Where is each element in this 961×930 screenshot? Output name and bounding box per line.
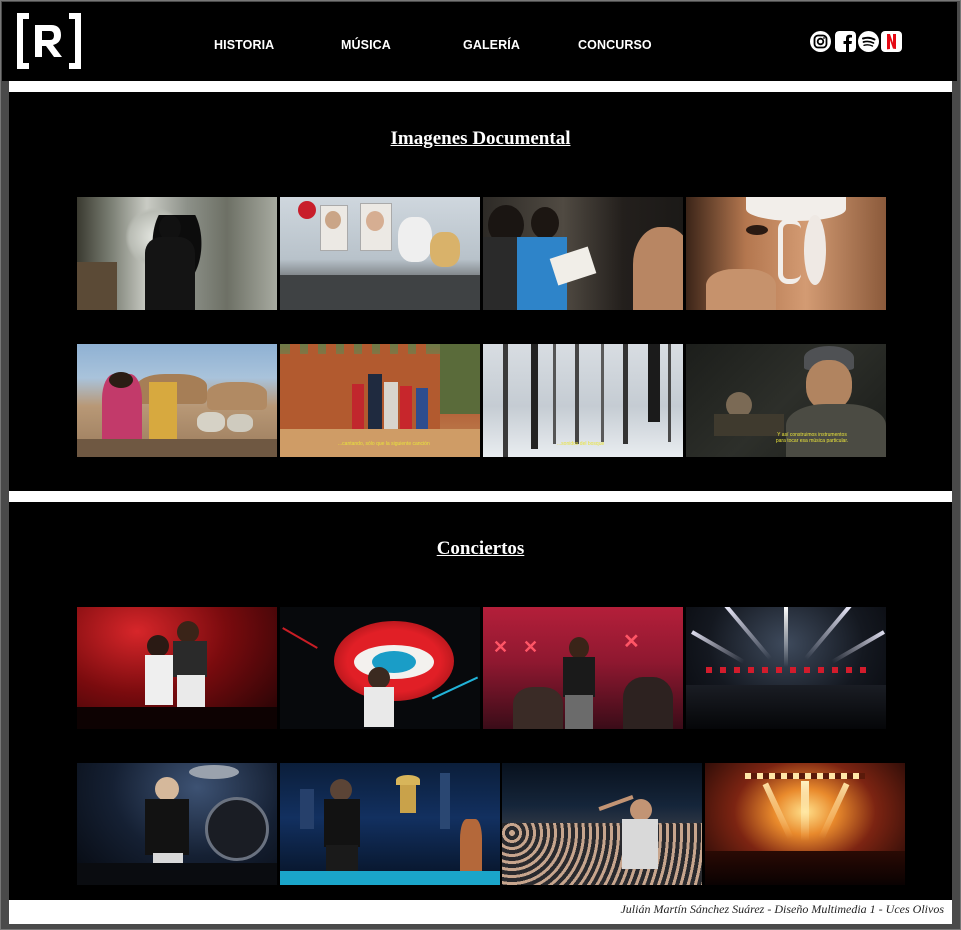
nav-galeria[interactable]: GALERÍA — [463, 38, 520, 52]
forest-subtitle: ...sonidos del bosque — [557, 441, 605, 447]
nav-musica[interactable]: MÚSICA — [341, 38, 391, 52]
conciertos-section: Conciertos ✕ ✕ ✕ — [9, 502, 952, 900]
nav-concurso[interactable]: CONCURSO — [578, 38, 652, 52]
footer-credit: Julián Martín Sánchez Suárez - Diseño Mu… — [620, 902, 944, 916]
spotify-icon[interactable] — [858, 31, 879, 52]
site-footer: Julián Martín Sánchez Suárez - Diseño Mu… — [9, 900, 952, 924]
divider-band — [9, 491, 952, 502]
site-logo[interactable] — [14, 10, 84, 72]
nav-historia[interactable]: HISTORIA — [214, 38, 274, 52]
photo-snowy-forest[interactable]: ...sonidos del bosque — [483, 344, 683, 457]
photo-light-beams-crowd[interactable] — [686, 607, 886, 729]
photo-drummer-stage[interactable] — [77, 763, 277, 885]
photo-golden-stage-lights[interactable] — [705, 763, 905, 885]
photo-lips-screen-performer[interactable] — [280, 607, 480, 729]
photo-city-backdrop-stage[interactable] — [280, 763, 500, 885]
photo-hallway-silhouette[interactable] — [77, 197, 277, 310]
conciertos-title: Conciertos — [436, 538, 525, 559]
photo-crowd-selfie[interactable] — [502, 763, 702, 885]
documental-section: Imagenes Documental ...cantando, sólo qu… — [9, 92, 952, 491]
netflix-icon[interactable] — [881, 31, 902, 52]
photo-desert-musicians[interactable]: ...cantando, sólo que la siguiente canci… — [280, 344, 480, 457]
photo-x-stage-band[interactable]: ✕ ✕ ✕ — [483, 607, 683, 729]
photo-face-paint-closeup[interactable] — [686, 197, 886, 310]
photo-village-women[interactable] — [77, 344, 277, 457]
desert-subtitle: ...cantando, sólo que la siguiente canci… — [338, 441, 430, 447]
maker-subtitle: Y así construimos instrumentos para toca… — [775, 432, 849, 444]
photo-instrument-maker[interactable]: Y así construimos instrumentos para toca… — [686, 344, 886, 457]
photo-memorial-portraits[interactable] — [280, 197, 480, 310]
documental-title: Imagenes Documental — [390, 128, 571, 149]
photo-students-reading[interactable] — [483, 197, 683, 310]
instagram-icon[interactable] — [810, 31, 831, 52]
site-header: HISTORIA MÚSICA GALERÍA CONCURSO — [2, 2, 957, 81]
divider-band — [9, 81, 952, 92]
facebook-icon[interactable] — [835, 31, 856, 52]
photo-red-stage-duo[interactable] — [77, 607, 277, 729]
